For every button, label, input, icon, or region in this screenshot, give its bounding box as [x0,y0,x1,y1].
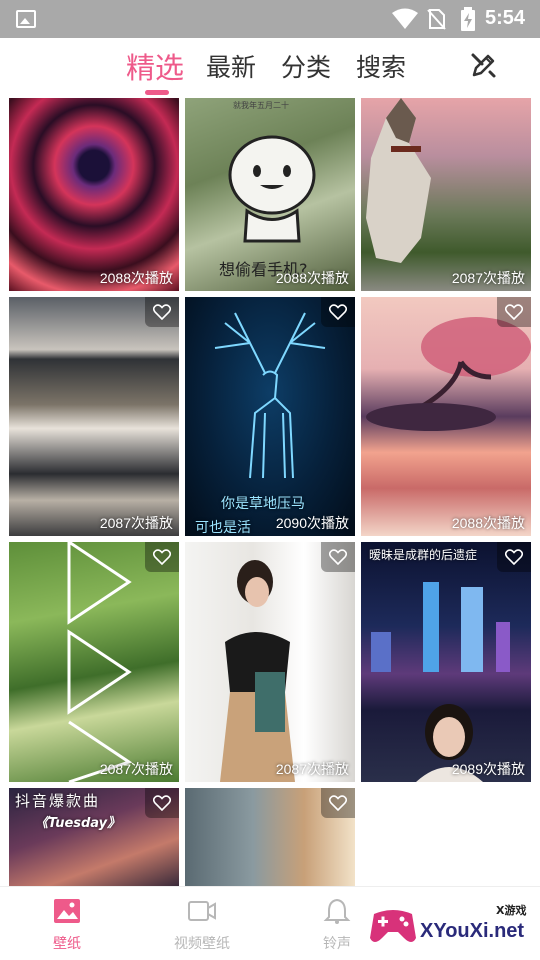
tile-caption: 就我年五月二十 [233,101,289,110]
heart-icon [153,549,171,565]
neon-triangles-image [67,542,133,782]
husky-dog-image [366,98,431,263]
top-tab-bar: 精选 最新 分类 搜索 [0,38,540,98]
watermark-brand: XYouXi.net [420,920,525,942]
status-bar: 5:54 [0,0,540,38]
battery-charging-icon [461,7,475,31]
tab-search[interactable]: 搜索 [356,48,406,84]
play-count: 2088次播放 [99,270,173,286]
video-icon [188,901,216,921]
heart-icon [329,795,347,811]
wallpaper-tile[interactable]: 抖音爆款曲 《Tuesday》 [9,788,179,886]
nav-item-video-wallpaper[interactable]: 视频壁纸 [147,897,257,953]
wallpaper-tile[interactable]: 2088次播放 [9,98,179,291]
wallpaper-grid: 2088次播放 就我年五月二十 想偷看手机? 2088次播放 2087次播放 2… [0,98,540,886]
heart-icon [153,304,171,320]
wallpaper-tile[interactable]: 2087次播放 [9,542,179,782]
favorite-button[interactable] [145,297,179,327]
wallpaper-tile[interactable]: 2087次播放 [361,98,531,291]
nav-item-wallpaper[interactable]: 壁纸 [12,897,122,953]
wallpaper-tile[interactable]: 2087次播放 [185,542,355,782]
city-night-image [371,582,510,782]
heart-icon [153,795,171,811]
gamepad-logo [370,910,416,942]
nav-label: 壁纸 [53,936,81,952]
heart-icon [505,549,523,565]
heart-icon [505,304,523,320]
wallpaper-tile[interactable]: 2088次播放 [361,297,531,536]
play-count: 2087次播放 [275,761,349,777]
woman-portrait-image [220,560,295,782]
tile-caption: 《Tuesday》 [35,816,121,831]
favorite-button[interactable] [321,542,355,572]
tile-caption: 你是草地压马 [221,496,305,512]
favorite-button[interactable] [497,297,531,327]
tile-caption: 暧昧是成群的后遗症 [369,548,478,562]
pink-tree-image [366,317,531,431]
bell-icon [323,898,351,924]
play-count: 2087次播放 [99,515,173,531]
edit-icon[interactable] [468,50,498,80]
favorite-button[interactable] [321,297,355,327]
watermark-small-text: X游戏 [496,904,527,917]
play-count: 2088次播放 [451,515,525,531]
play-count: 2088次播放 [275,270,349,286]
wallpaper-tile[interactable]: 你是草地压马 可也是活 2090次播放 [185,297,355,536]
wallpaper-icon [54,899,80,923]
tile-caption: 可也是活 [195,520,251,536]
wallpaper-tile[interactable]: 2087次播放 [9,297,179,536]
tab-categories[interactable]: 分类 [281,48,331,84]
wallpaper-tile[interactable]: 就我年五月二十 想偷看手机? 2088次播放 [185,98,355,291]
wallpaper-tile[interactable]: 暧昧是成群的后遗症 2089次播放 [361,542,531,782]
favorite-button[interactable] [145,542,179,572]
play-count: 2087次播放 [451,270,525,286]
clock: 5:54 [485,7,526,29]
tab-latest[interactable]: 最新 [206,48,256,84]
tab-featured[interactable]: 精选 [126,45,184,87]
gallery-notification-icon [16,10,36,28]
no-sim-icon [427,9,446,30]
active-tab-indicator [145,90,169,95]
cartoon-face-figure [228,135,316,243]
wifi-icon [392,8,418,29]
tile-caption: 抖音爆款曲 [15,792,101,810]
play-count: 2089次播放 [451,761,525,777]
glowing-deer-image [214,312,326,479]
site-watermark: X游戏 XYouXi.net [368,894,534,956]
favorite-button[interactable] [321,788,355,818]
heart-icon [329,304,347,320]
wallpaper-tile[interactable] [185,788,355,886]
favorite-button[interactable] [145,788,179,818]
favorite-button[interactable] [497,542,531,572]
nav-label: 视频壁纸 [174,936,230,952]
heart-icon [329,549,347,565]
play-count: 2090次播放 [275,515,349,531]
play-count: 2087次播放 [99,761,173,777]
